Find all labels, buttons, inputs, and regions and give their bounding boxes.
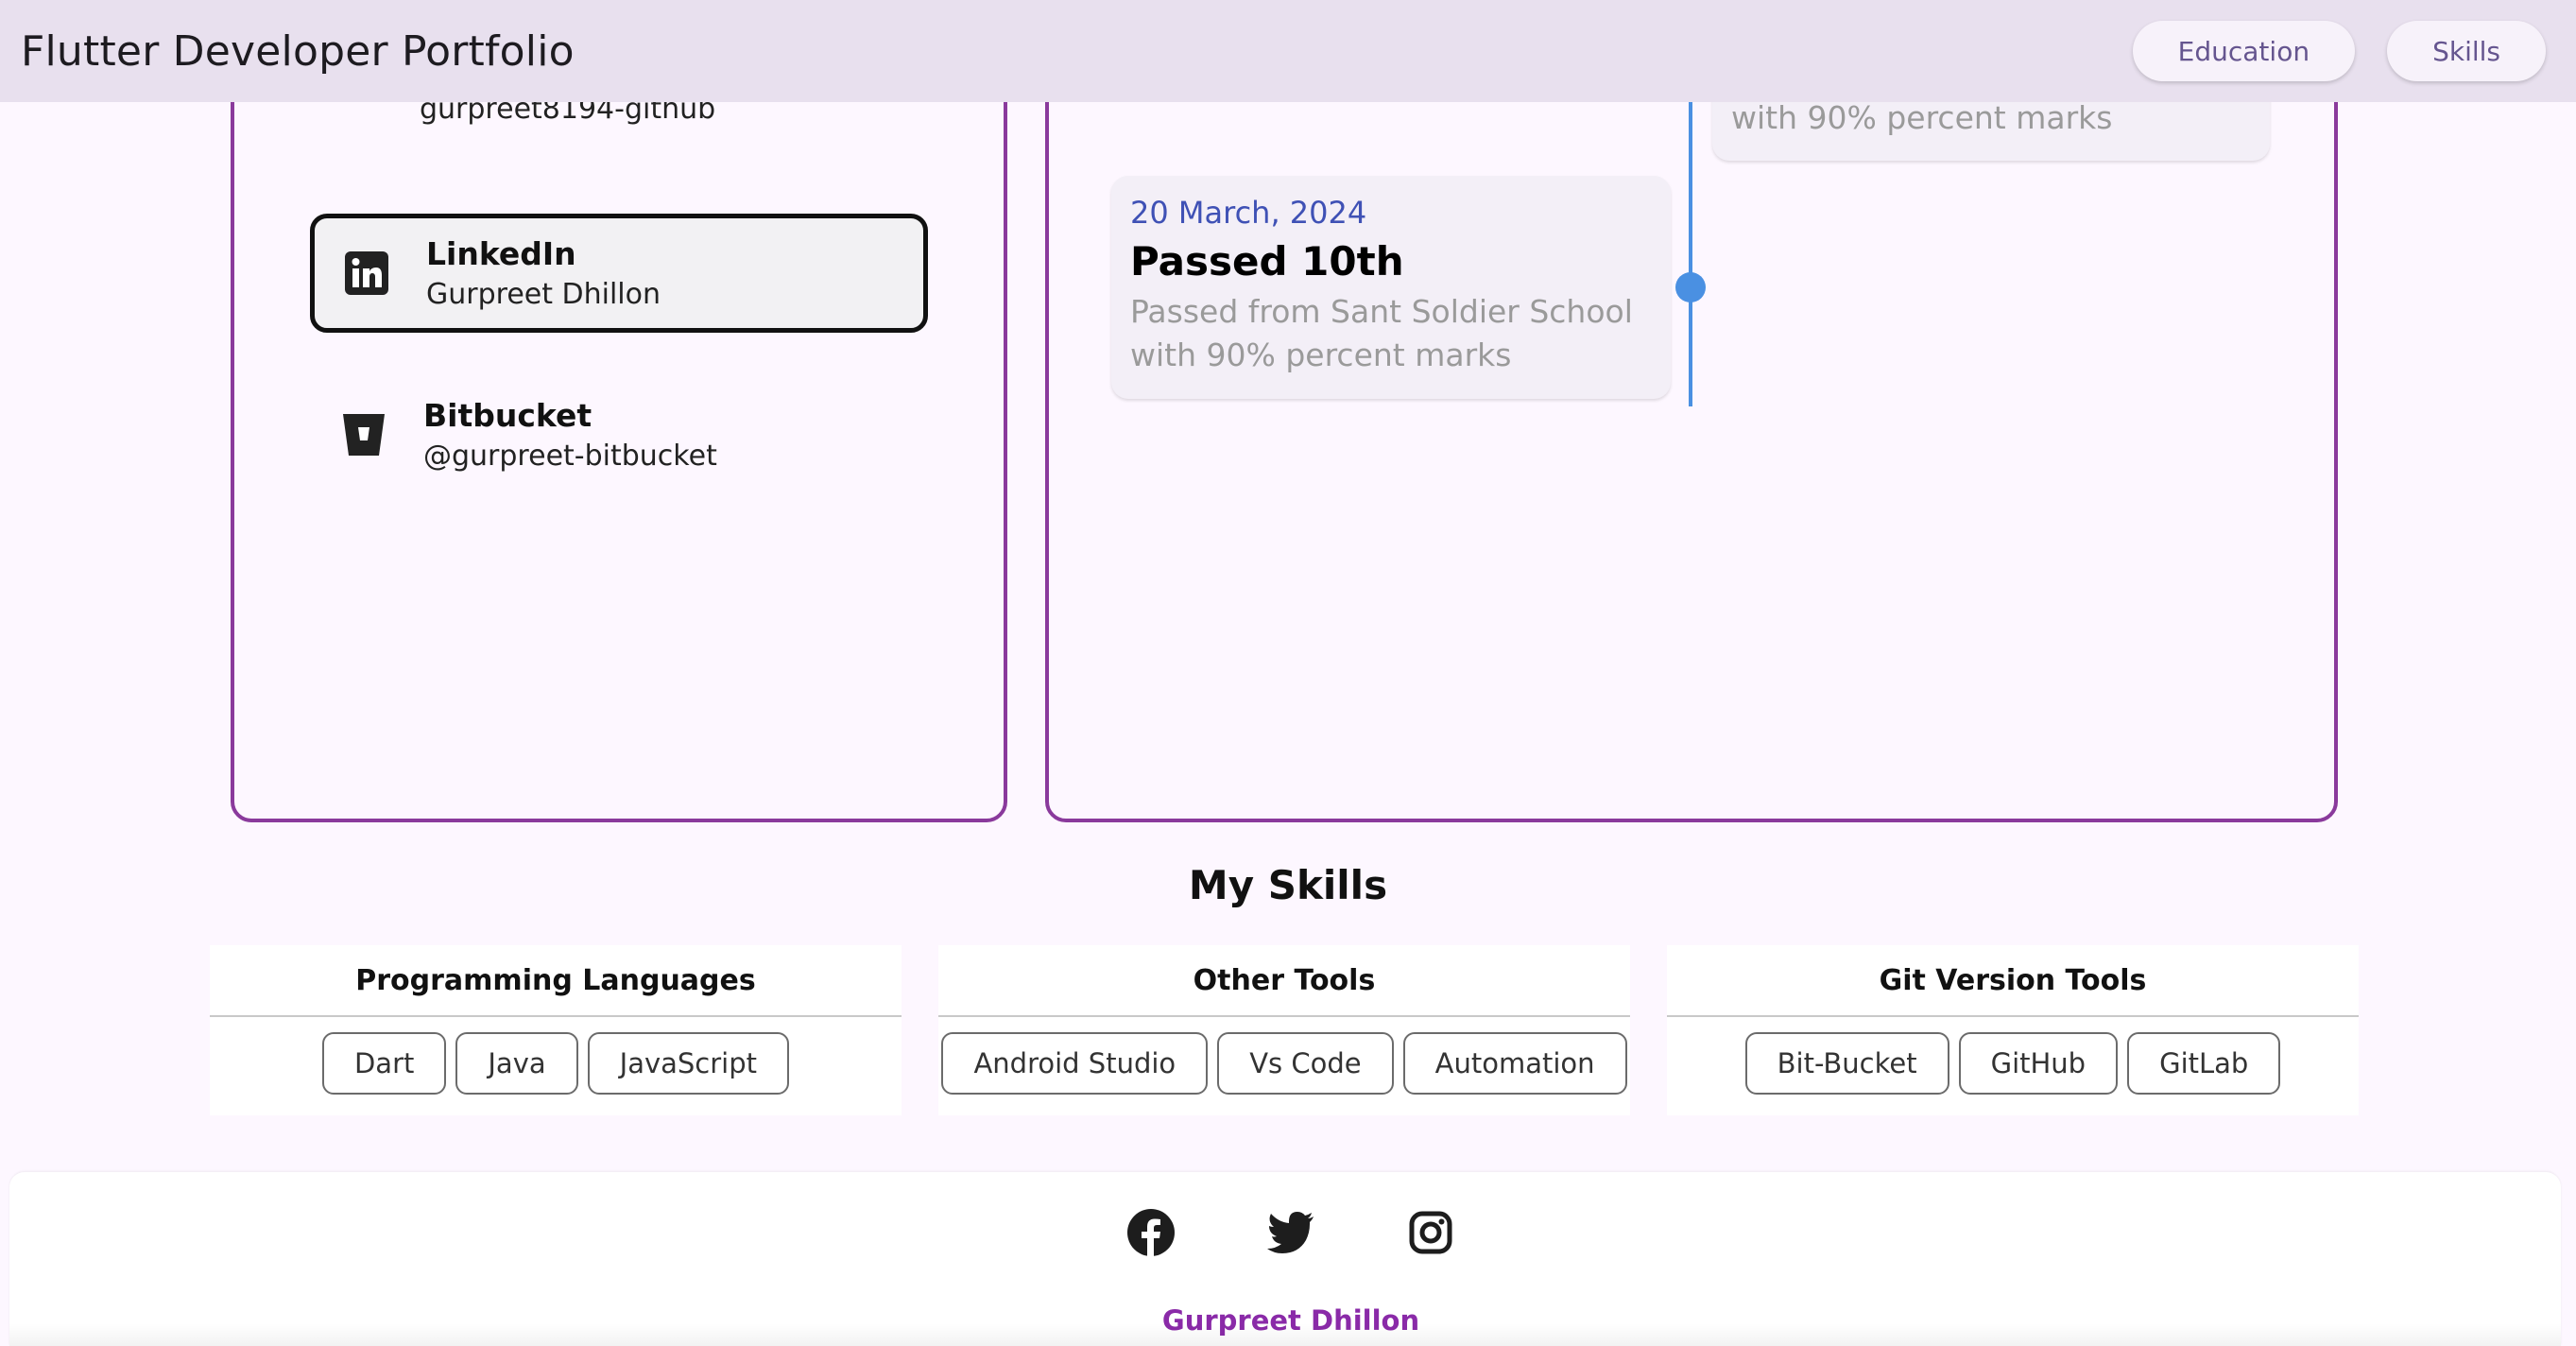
skill-chip[interactable]: GitHub [1958, 1032, 2119, 1095]
instagram-icon[interactable] [1406, 1208, 1455, 1257]
app-bar: Flutter Developer Portfolio Education Sk… [0, 0, 2576, 102]
timeline-line [1689, 100, 1692, 406]
skill-group-title: Git Version Tools [1667, 945, 2359, 1017]
skills-button[interactable]: Skills [2387, 21, 2546, 81]
skill-chip[interactable]: Android Studio [941, 1032, 1209, 1095]
event-title: Passed 10th [1130, 238, 1404, 285]
app-title: Flutter Developer Portfolio [21, 26, 575, 76]
footer-social-icons [9, 1208, 2561, 1257]
timeline-card: 20 March, 2024 Passed 10th Passed from S… [1111, 176, 1671, 399]
skill-chips: Dart Java JavaScript [210, 1032, 902, 1095]
bitbucket-icon [340, 411, 387, 458]
event-description: Passed from Sant Soldier School with 90%… [1130, 290, 1652, 377]
education-button[interactable]: Education [2132, 21, 2356, 81]
app-bar-actions: Education Skills [2132, 21, 2555, 81]
linkedin-name: LinkedIn [426, 235, 576, 272]
linkedin-handle: Gurpreet Dhillon [426, 278, 661, 311]
event-description-line: with 90% percent marks [1130, 336, 1512, 373]
skills-title: My Skills [1188, 862, 1388, 908]
skill-chip[interactable]: Bit-Bucket [1744, 1032, 1949, 1095]
skill-chip[interactable]: JavaScript [587, 1032, 790, 1095]
skill-group-title: Other Tools [938, 945, 1630, 1017]
timeline-dot [1675, 272, 1706, 302]
skill-chips: Android Studio Vs Code Automation [938, 1032, 1630, 1095]
linkedin-icon [343, 250, 390, 297]
event-description-line: Passed from Sant Soldier School [1130, 293, 1633, 330]
skill-group-programming-languages: Programming Languages Dart Java JavaScri… [210, 945, 902, 1115]
skill-chip[interactable]: Java [455, 1032, 578, 1095]
bitbucket-name: Bitbucket [423, 397, 592, 434]
skill-chip[interactable]: GitLab [2127, 1032, 2281, 1095]
footer-shade [9, 1323, 2561, 1346]
skill-group-git-version-tools: Git Version Tools Bit-Bucket GitHub GitL… [1667, 945, 2359, 1115]
skill-group-title: Programming Languages [210, 945, 902, 1017]
skill-chip[interactable]: Vs Code [1217, 1032, 1394, 1095]
social-item-linkedin[interactable]: LinkedIn Gurpreet Dhillon [310, 214, 928, 333]
twitter-icon[interactable] [1266, 1208, 1315, 1257]
social-item-bitbucket[interactable]: Bitbucket @gurpreet-bitbucket [340, 397, 717, 473]
event-date: 20 March, 2024 [1130, 195, 1367, 231]
event-description: with 90% percent marks [1731, 99, 2113, 136]
skill-group-other-tools: Other Tools Android Studio Vs Code Autom… [938, 945, 1630, 1115]
skill-chip[interactable]: Automation [1402, 1032, 1627, 1095]
footer: Gurpreet Dhillon [9, 1172, 2561, 1346]
skill-chips: Bit-Bucket GitHub GitLab [1667, 1032, 2359, 1095]
skill-chip[interactable]: Dart [321, 1032, 447, 1095]
bitbucket-handle: @gurpreet-bitbucket [423, 440, 717, 473]
facebook-icon[interactable] [1126, 1208, 1176, 1257]
